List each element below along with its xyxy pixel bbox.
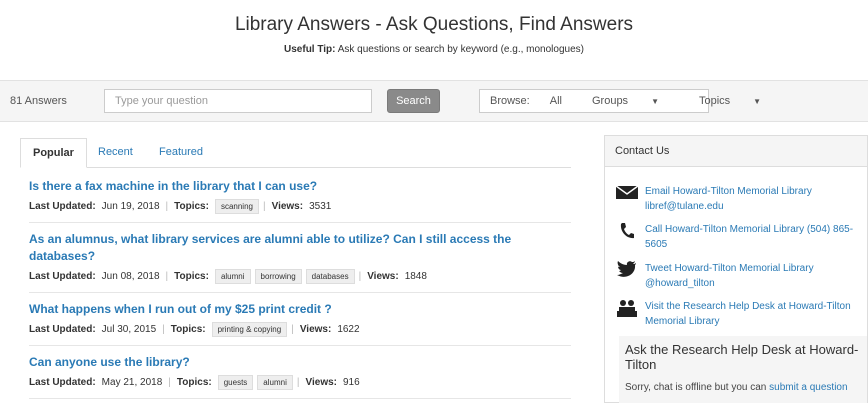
divider: | <box>168 377 171 388</box>
updated-value: Jul 30, 2015 <box>101 324 157 335</box>
divider: | <box>165 201 169 212</box>
updated-label: Last Updated: <box>29 201 96 212</box>
divider: | <box>291 324 294 335</box>
views-value: 3531 <box>309 201 332 212</box>
email-link[interactable]: Email Howard-Tilton Memorial Library lib… <box>645 184 867 214</box>
tip-label: Useful Tip: <box>284 44 336 55</box>
tab-recent[interactable]: Recent <box>86 138 145 168</box>
topic-tag[interactable]: borrowing <box>254 269 302 284</box>
updated-label: Last Updated: <box>29 377 96 388</box>
contact-heading: Contact Us <box>605 136 867 167</box>
tip-text: Ask questions or search by keyword (e.g.… <box>337 44 584 55</box>
envelope-icon <box>615 184 639 204</box>
chevron-down-icon: ▼ <box>753 97 762 106</box>
browse-label: Browse: <box>490 95 530 107</box>
topic-tag[interactable]: guests <box>217 375 254 390</box>
phone-icon <box>615 222 639 242</box>
topic-tag[interactable]: scanning <box>214 199 259 214</box>
question-link[interactable]: Can anyone use the library? <box>29 354 571 371</box>
chat-title: Ask the Research Help Desk at Howard-Til… <box>625 342 859 372</box>
answer-meta: Last Updated: Jun 19, 2018 | Topics: sca… <box>29 199 571 214</box>
divider: | <box>165 271 169 282</box>
chat-widget: Ask the Research Help Desk at Howard-Til… <box>619 336 867 403</box>
tab-featured[interactable]: Featured <box>147 138 215 168</box>
useful-tip: Useful Tip: Ask questions or search by k… <box>0 44 868 55</box>
contact-panel: Contact Us Email Howard-Tilton Memorial … <box>604 135 868 403</box>
views-label: Views: <box>305 377 337 388</box>
question-link[interactable]: Is there a fax machine in the library th… <box>29 178 571 195</box>
topics-label: Topics: <box>174 271 209 282</box>
topics-label: Topics <box>698 95 731 107</box>
answer-meta: Last Updated: Jul 30, 2015 | Topics: pri… <box>29 322 571 337</box>
tab-popular[interactable]: Popular <box>20 138 87 168</box>
updated-value: May 21, 2018 <box>101 377 163 388</box>
chevron-down-icon: ▼ <box>651 97 659 106</box>
answer-count: 81 Answers <box>10 95 67 107</box>
question-input[interactable] <box>104 89 372 113</box>
views-value: 1848 <box>404 271 427 282</box>
answer-meta: Last Updated: May 21, 2018 | Topics: gue… <box>29 375 571 390</box>
views-label: Views: <box>299 324 332 335</box>
help-desk-icon <box>615 299 639 319</box>
updated-value: Jun 19, 2018 <box>101 201 160 212</box>
updated-label: Last Updated: <box>29 271 96 282</box>
updated-label: Last Updated: <box>29 324 96 335</box>
search-button[interactable]: Search <box>387 89 440 113</box>
divider: | <box>296 377 300 388</box>
call-link[interactable]: Call Howard-Tilton Memorial Library (504… <box>645 222 867 252</box>
list-item: As an alumnus, what library services are… <box>29 231 571 293</box>
list-item: Is there a fax machine in the library th… <box>29 178 571 223</box>
twitter-bird-icon <box>615 261 639 281</box>
answer-list: Is there a fax machine in the library th… <box>29 178 571 403</box>
divider: | <box>262 201 266 212</box>
search-bar: 81 Answers Search Browse: All Groups ▼ To… <box>0 80 868 122</box>
groups-label: Groups <box>591 95 629 107</box>
visit-link[interactable]: Visit the Research Help Desk at Howard-T… <box>645 299 867 329</box>
topic-tag[interactable]: printing & copying <box>211 322 288 337</box>
contact-tweet[interactable]: Tweet Howard-Tilton Memorial Library @ho… <box>615 261 867 291</box>
page-title: Library Answers - Ask Questions, Find An… <box>234 14 634 35</box>
topics-label: Topics: <box>174 201 209 212</box>
question-link[interactable]: What happens when I run out of my $25 pr… <box>29 301 571 318</box>
divider: | <box>162 324 165 335</box>
topics-label: Topics: <box>176 377 212 388</box>
views-value: 916 <box>342 377 360 388</box>
views-label: Views: <box>271 201 304 212</box>
contact-visit[interactable]: Visit the Research Help Desk at Howard-T… <box>615 299 867 329</box>
question-link[interactable]: As an alumnus, what library services are… <box>29 231 571 265</box>
divider: | <box>358 271 362 282</box>
list-item: Can anyone use the library? Last Updated… <box>29 354 571 399</box>
topics-label: Topics: <box>170 324 206 335</box>
views-value: 1622 <box>337 324 360 335</box>
answer-meta: Last Updated: Jun 08, 2018 | Topics: alu… <box>29 269 571 284</box>
topic-tag[interactable]: alumni <box>257 375 293 390</box>
contact-email[interactable]: Email Howard-Tilton Memorial Library lib… <box>615 184 867 214</box>
answer-tabs: Popular Recent Featured <box>20 138 571 168</box>
browse-all-link[interactable]: All <box>540 95 572 107</box>
views-label: Views: <box>367 271 399 282</box>
chat-offline-message: Sorry, chat is offline but you can <box>625 382 767 393</box>
chat-offline-text: Sorry, chat is offline but you can submi… <box>625 380 861 395</box>
tweet-link[interactable]: Tweet Howard-Tilton Memorial Library @ho… <box>645 261 867 291</box>
list-item: What happens when I run out of my $25 pr… <box>29 301 571 346</box>
topic-tag[interactable]: databases <box>305 269 355 284</box>
browse-bar: Browse: All Groups ▼ Topics ▼ <box>479 89 761 113</box>
contact-call[interactable]: Call Howard-Tilton Memorial Library (504… <box>615 222 867 252</box>
groups-dropdown[interactable]: Groups ▼ <box>572 95 679 107</box>
submit-question-link[interactable]: submit a question <box>769 382 847 393</box>
updated-value: Jun 08, 2018 <box>101 271 160 282</box>
topic-tag[interactable]: alumni <box>214 269 251 284</box>
topics-dropdown[interactable]: Topics ▼ <box>679 95 781 107</box>
